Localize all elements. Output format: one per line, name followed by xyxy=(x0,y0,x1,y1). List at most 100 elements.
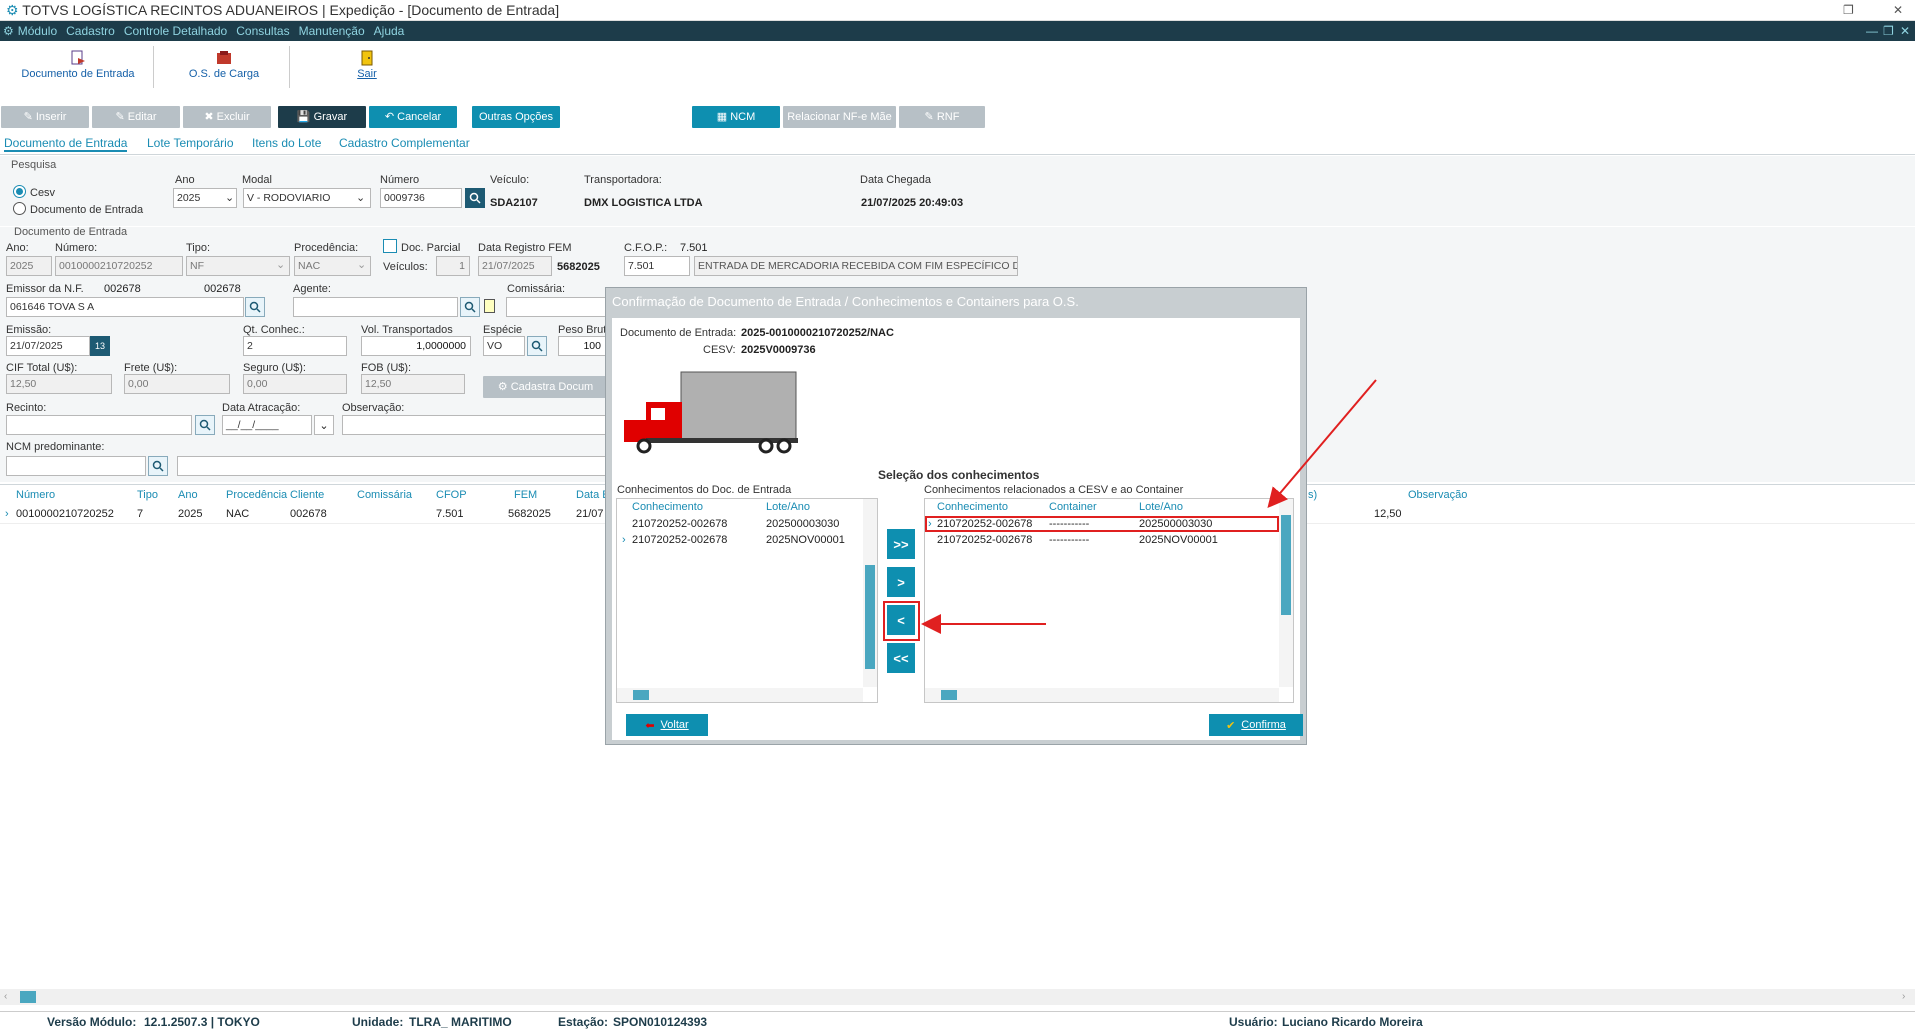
col-observacao[interactable]: Observação xyxy=(1408,489,1467,501)
scroll-right-icon[interactable]: › xyxy=(1902,991,1905,1002)
excluir-button[interactable]: ✖ Excluir xyxy=(183,106,271,128)
list-item[interactable]: 210720252-002678 xyxy=(937,534,1032,546)
peso-input[interactable]: 100 xyxy=(558,336,606,356)
veiculos-input[interactable]: 1 xyxy=(436,256,470,276)
registro-fem-input[interactable]: 21/07/2025 xyxy=(478,256,552,276)
tab-cadastro-complementar[interactable]: Cadastro Complementar xyxy=(339,136,470,150)
emissao-input[interactable]: 21/07/2025 xyxy=(6,336,90,356)
close-child-icon[interactable]: ✕ xyxy=(1900,21,1910,41)
cfop-input[interactable]: 7.501 xyxy=(624,256,690,276)
minimize-child-icon[interactable]: — xyxy=(1866,21,1878,41)
col-ano[interactable]: Ano xyxy=(178,489,198,501)
doc-parcial-checkbox[interactable] xyxy=(383,239,397,253)
calendar-button[interactable]: 13 xyxy=(90,336,110,356)
left-col-conhecimento[interactable]: Conhecimento xyxy=(632,501,703,513)
tab-lote-temporario[interactable]: Lote Temporário xyxy=(147,136,234,150)
note-icon[interactable] xyxy=(484,299,495,313)
doc-ano-input[interactable]: 2025 xyxy=(6,256,52,276)
cancelar-button[interactable]: ↶ Cancelar xyxy=(369,106,457,128)
seguro-input[interactable]: 0,00 xyxy=(243,374,347,394)
comissaria-input[interactable] xyxy=(506,297,606,317)
emissor-input[interactable]: 061646 TOVA S A xyxy=(6,297,244,317)
shortcut-documento-entrada[interactable]: Documento de Entrada xyxy=(18,46,138,92)
right-conhecimentos-list[interactable]: Conhecimento Container Lote/Ano › 210720… xyxy=(924,498,1294,703)
menu-cadastro[interactable]: Cadastro xyxy=(66,24,115,38)
frete-input[interactable]: 0,00 xyxy=(124,374,230,394)
horizontal-scrollbar[interactable] xyxy=(617,688,863,702)
gravar-button[interactable]: 💾 Gravar xyxy=(278,106,366,128)
qtconhec-input[interactable]: 2 xyxy=(243,336,347,356)
restore-child-icon[interactable]: ❐ xyxy=(1883,21,1894,41)
scrollbar-thumb[interactable] xyxy=(633,690,649,700)
observacao-input[interactable] xyxy=(342,415,608,435)
outras-opcoes-button[interactable]: Outras Opções xyxy=(472,106,560,128)
left-col-lote[interactable]: Lote/Ano xyxy=(766,501,810,513)
radio-cesv[interactable] xyxy=(13,185,26,198)
menu-consultas[interactable]: Consultas xyxy=(236,24,289,38)
scrollbar-thumb[interactable] xyxy=(865,565,875,669)
close-window-icon[interactable]: ✕ xyxy=(1893,0,1903,21)
scrollbar-thumb[interactable] xyxy=(941,690,957,700)
vol-input[interactable]: 1,0000000 xyxy=(361,336,471,356)
list-item[interactable]: 210720252-002678 xyxy=(632,518,727,530)
atracacao-input[interactable]: __/__/____ xyxy=(222,415,312,435)
col-procedencia[interactable]: Procedência xyxy=(226,489,287,501)
ncm-button[interactable]: ▦ NCM xyxy=(692,106,780,128)
doc-tipo-select[interactable]: NF xyxy=(186,256,290,276)
list-item[interactable]: 210720252-002678 xyxy=(632,534,727,546)
search-ncm-button[interactable] xyxy=(148,456,168,476)
vertical-scrollbar[interactable] xyxy=(863,499,877,687)
tab-itens-lote[interactable]: Itens do Lote xyxy=(252,136,321,150)
shortcut-os-carga[interactable]: O.S. de Carga xyxy=(172,46,276,92)
agente-input[interactable] xyxy=(293,297,458,317)
search-emissor-button[interactable] xyxy=(245,297,265,317)
left-conhecimentos-list[interactable]: Conhecimento Lote/Ano 210720252-002678 2… xyxy=(616,498,878,703)
cif-input[interactable]: 12,50 xyxy=(6,374,112,394)
ncm-input[interactable] xyxy=(6,456,146,476)
relacionar-nfe-button[interactable]: Relacionar NF-e Mãe xyxy=(783,106,896,128)
shortcut-sair[interactable]: Sair xyxy=(345,46,389,92)
fob-input[interactable]: 12,50 xyxy=(361,374,465,394)
horizontal-scrollbar[interactable] xyxy=(925,688,1279,702)
col-numero[interactable]: Número xyxy=(16,489,55,501)
col-valor[interactable]: s) xyxy=(1308,489,1317,501)
confirma-button[interactable]: ✔ Confirma xyxy=(1209,714,1303,736)
tab-documento-entrada[interactable]: Documento de Entrada xyxy=(4,136,128,152)
atracacao-dropdown[interactable]: ⌄ xyxy=(314,415,334,435)
numero-input[interactable]: 0009736 xyxy=(380,188,462,208)
menu-controle-detalhado[interactable]: Controle Detalhado xyxy=(124,24,227,38)
search-agente-button[interactable] xyxy=(460,297,480,317)
right-col-conhecimento[interactable]: Conhecimento xyxy=(937,501,1008,513)
right-col-container[interactable]: Container xyxy=(1049,501,1097,513)
scroll-left-icon[interactable]: ‹ xyxy=(4,991,7,1002)
search-recinto-button[interactable] xyxy=(195,415,215,435)
right-col-lote[interactable]: Lote/Ano xyxy=(1139,501,1183,513)
editar-button[interactable]: ✎ Editar xyxy=(92,106,180,128)
move-right-button[interactable]: > xyxy=(887,567,915,597)
move-all-right-button[interactable]: >> xyxy=(887,529,915,559)
inserir-button[interactable]: ✎ Inserir xyxy=(1,106,89,128)
search-especie-button[interactable] xyxy=(527,336,547,356)
search-numero-button[interactable] xyxy=(465,188,485,208)
menu-manutencao[interactable]: Manutenção xyxy=(299,24,365,38)
col-cfop[interactable]: CFOP xyxy=(436,489,467,501)
scrollbar-thumb[interactable] xyxy=(1281,515,1291,615)
cadastra-documento-button[interactable]: ⚙ Cadastra Docum xyxy=(483,376,608,398)
vertical-scrollbar[interactable] xyxy=(1279,499,1293,687)
rnf-button[interactable]: ✎ RNF xyxy=(899,106,985,128)
horizontal-scrollbar[interactable]: ‹ › xyxy=(0,989,1915,1005)
voltar-button[interactable]: ⬅ Voltar xyxy=(626,714,708,736)
move-all-left-button[interactable]: << xyxy=(887,643,915,673)
app-menu-icon[interactable]: ⚙ xyxy=(3,24,14,38)
menu-modulo[interactable]: Módulo xyxy=(18,24,57,38)
menu-ajuda[interactable]: Ajuda xyxy=(374,24,405,38)
modal-select[interactable]: V - RODOVIARIO xyxy=(243,188,371,208)
doc-numero-input[interactable]: 0010000210720252 xyxy=(55,256,183,276)
scrollbar-thumb[interactable] xyxy=(20,991,36,1003)
recinto-input[interactable] xyxy=(6,415,192,435)
col-comissaria[interactable]: Comissária xyxy=(357,489,412,501)
col-tipo[interactable]: Tipo xyxy=(137,489,158,501)
radio-documento-entrada[interactable] xyxy=(13,202,26,215)
col-fem[interactable]: FEM xyxy=(514,489,537,501)
especie-input[interactable]: VO xyxy=(483,336,525,356)
